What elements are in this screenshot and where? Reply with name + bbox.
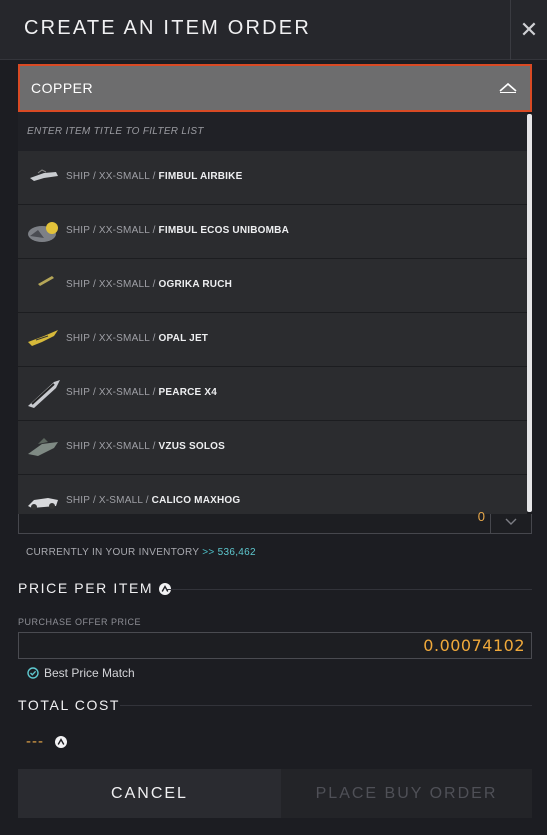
list-item[interactable]: SHIP / XX-SMALL / OGRIKA RUCH [18,259,527,313]
item-category: SHIP [66,279,90,290]
unibomba-thumbnail [28,222,58,242]
scrollbar[interactable] [527,112,532,514]
section-divider [120,705,532,706]
opal-jet-thumbnail [28,330,58,346]
place-buy-order-button[interactable]: PLACE BUY ORDER [281,769,532,818]
price-section-title: PRICE PER ITEM [18,580,171,596]
chevron-down-icon[interactable] [505,518,517,526]
check-circle-icon [27,667,39,679]
item-size: X-SMALL [98,495,143,506]
pearce-x4-thumbnail [28,380,60,408]
item-size: XX-SMALL [98,279,150,290]
total-cost: --- [26,733,68,750]
close-button[interactable]: ✕ [510,0,547,60]
item-name: FIMBUL ECOS UNIBOMBA [158,225,290,236]
item-category: SHIP [66,171,90,182]
item-size: XX-SMALL [98,171,150,182]
item-category: SHIP [66,387,90,398]
filter-input[interactable]: ENTER ITEM TITLE TO FILTER LIST [27,126,204,137]
price-input[interactable]: 0.00074102 [18,632,532,659]
quantity-field[interactable]: 0 [18,509,532,534]
info-icon[interactable] [55,736,68,749]
item-name: VZUS SOLOS [158,441,225,452]
item-category: SHIP [66,333,90,344]
item-dropdown: ENTER ITEM TITLE TO FILTER LIST SHIP / X… [18,112,532,514]
item-size: XX-SMALL [98,225,150,236]
total-cost-value: --- [26,733,44,750]
item-category: SHIP [66,441,90,452]
scrollbar-thumb[interactable] [527,114,532,512]
item-category: SHIP [66,225,90,236]
best-price-label: Best Price Match [44,666,135,680]
total-section-title: TOTAL COST [18,697,121,713]
vzus-solos-thumbnail [28,438,58,456]
header: CREATE AN ITEM ORDER ✕ [0,0,547,60]
list-item[interactable]: SHIP / XX-SMALL / PEARCE X4 [18,367,527,421]
inventory-label: CURRENTLY IN YOUR INVENTORY [26,547,200,558]
cancel-button[interactable]: CANCEL [18,769,281,818]
item-category: SHIP [66,495,90,506]
list-item[interactable]: SHIP / XX-SMALL / FIMBUL AIRBIKE [18,151,527,205]
list-item[interactable]: SHIP / XX-SMALL / VZUS SOLOS [18,421,527,475]
item-name: OPAL JET [158,333,209,344]
item-size: XX-SMALL [98,441,150,452]
chevron-up-icon [499,82,517,93]
best-price-checkbox[interactable]: Best Price Match [27,665,135,681]
inventory-info: CURRENTLY IN YOUR INVENTORY >> 536,462 [26,547,256,558]
item-size: XX-SMALL [98,387,150,398]
item-list: SHIP / XX-SMALL / FIMBUL AIRBIKE SHIP / … [18,151,527,514]
list-item[interactable]: SHIP / X-SMALL / CALICO MAXHOG [18,475,527,514]
price-field-label: PURCHASE OFFER PRICE [18,617,142,627]
quantity-value: 0 [477,509,485,524]
item-select[interactable]: COPPER [18,64,532,112]
airbike-thumbnail [30,169,58,181]
item-name: PEARCE X4 [158,387,218,398]
item-name: CALICO MAXHOG [151,495,241,506]
item-select-value: COPPER [31,80,94,96]
page-title: CREATE AN ITEM ORDER [24,17,311,39]
list-item[interactable]: SHIP / XX-SMALL / FIMBUL ECOS UNIBOMBA [18,205,527,259]
item-size: XX-SMALL [98,333,150,344]
quantity-divider [490,514,491,533]
inventory-value: 536,462 [217,547,256,558]
close-icon: ✕ [519,17,539,42]
section-divider [166,589,532,590]
maxhog-thumbnail [28,498,58,510]
item-name: OGRIKA RUCH [158,279,233,290]
list-item[interactable]: SHIP / XX-SMALL / OPAL JET [18,313,527,367]
item-name: FIMBUL AIRBIKE [158,171,243,182]
inventory-arrow: >> [202,547,215,558]
ruch-thumbnail [38,276,54,286]
